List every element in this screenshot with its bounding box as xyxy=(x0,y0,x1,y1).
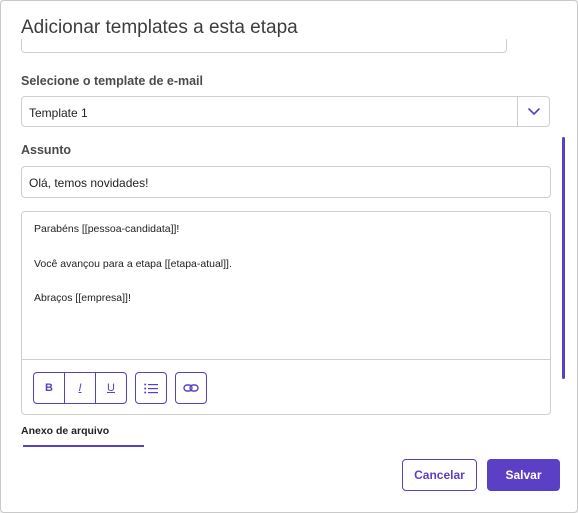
editor-toolbar: B I U xyxy=(33,372,207,406)
attachment-button-edge[interactable] xyxy=(23,445,144,447)
add-templates-modal: Adicionar templates a esta etapa Selecio… xyxy=(0,0,578,513)
bullet-list-button[interactable] xyxy=(135,372,167,404)
editor-line: Abraços [[empresa]]! xyxy=(34,292,131,304)
template-select-label: Selecione o template de e-mail xyxy=(21,74,204,88)
email-body-editor[interactable]: Parabéns [[pessoa-candidata]]! Você avan… xyxy=(21,211,551,415)
scrollbar-thumb[interactable] xyxy=(562,137,565,379)
link-icon xyxy=(183,384,199,392)
bullet-list-icon xyxy=(144,383,158,393)
text-format-group: B I U xyxy=(33,372,127,406)
scrolled-input-field[interactable] xyxy=(21,39,507,53)
bold-button[interactable]: B xyxy=(33,372,65,404)
underline-button[interactable]: U xyxy=(95,372,127,404)
save-button[interactable]: Salvar xyxy=(487,459,560,491)
italic-icon: I xyxy=(78,382,82,394)
dropdown-toggle[interactable] xyxy=(517,97,549,126)
italic-button[interactable]: I xyxy=(64,372,96,404)
bold-icon: B xyxy=(45,382,53,394)
editor-line: Parabéns [[pessoa-candidata]]! xyxy=(34,223,180,235)
underline-icon: U xyxy=(107,382,115,394)
chevron-down-icon xyxy=(527,107,540,115)
template-select[interactable]: Template 1 xyxy=(21,96,550,127)
attachment-label: Anexo de arquivo xyxy=(21,425,110,437)
subject-label: Assunto xyxy=(21,143,71,157)
modal-title: Adicionar templates a esta etapa xyxy=(21,17,298,38)
template-select-value: Template 1 xyxy=(29,106,88,120)
insert-link-button[interactable] xyxy=(175,372,207,404)
editor-content[interactable]: Parabéns [[pessoa-candidata]]! Você avan… xyxy=(22,212,550,360)
cancel-button[interactable]: Cancelar xyxy=(402,459,477,491)
editor-line: Você avançou para a etapa [[etapa-atual]… xyxy=(34,257,232,270)
subject-input[interactable]: Olá, temos novidades! xyxy=(21,166,551,198)
